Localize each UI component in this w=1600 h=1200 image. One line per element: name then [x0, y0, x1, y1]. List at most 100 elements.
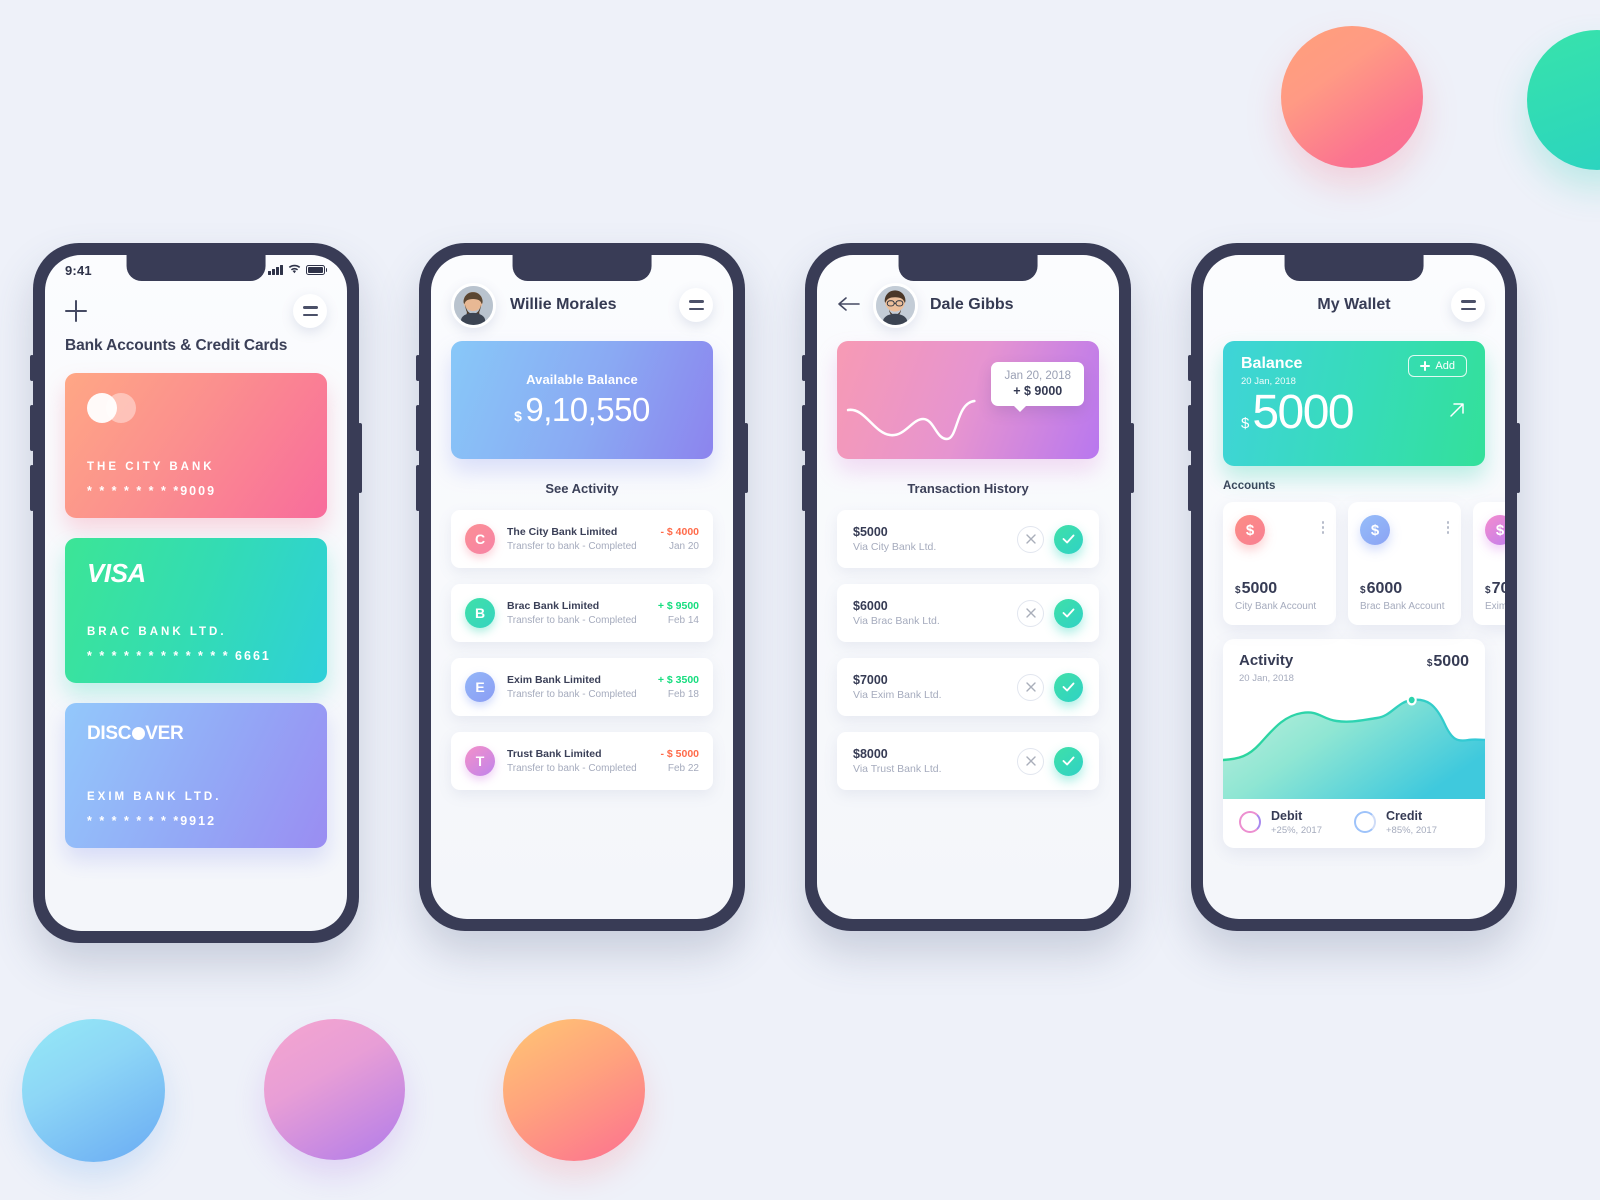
accounts-carousel[interactable]: $ $ 5000 City Bank Account $ $ 6000 Brac…: [1223, 502, 1505, 625]
legend-item-debit: Debit +25%, 2017: [1239, 809, 1354, 836]
phone-power-button: [358, 423, 362, 493]
history-amount: $5000: [853, 525, 888, 539]
account-value: 5000: [1241, 580, 1278, 597]
transaction-date: Feb 14: [667, 615, 699, 626]
phone-volume-up-button: [802, 405, 806, 451]
card-bank-name: BRAC BANK LTD.: [87, 626, 227, 638]
currency-symbol: $: [1360, 585, 1366, 596]
more-options-icon[interactable]: [1321, 515, 1324, 534]
transaction-row[interactable]: B Brac Bank Limited Transfer to bank - C…: [451, 584, 713, 642]
history-list: $5000 Via City Bank Ltd. $6000 Via Brac …: [837, 510, 1099, 790]
transaction-row[interactable]: T Trust Bank Limited Transfer to bank - …: [451, 732, 713, 790]
account-amount: $ 5000: [1235, 580, 1324, 598]
bank-card[interactable]: VISA BRAC BANK LTD. * * * * * * * * * * …: [65, 538, 327, 683]
more-options-icon[interactable]: [1446, 515, 1449, 534]
page-title: Bank Accounts & Credit Cards: [65, 337, 288, 354]
green-circle: [1527, 30, 1600, 170]
signal-icon: [268, 265, 283, 275]
bank-initial-badge: B: [465, 598, 495, 628]
approve-icon[interactable]: [1054, 524, 1083, 554]
account-name: Exim: [1485, 601, 1505, 612]
account-value: 6000: [1366, 580, 1403, 597]
transaction-amount: + $ 3500: [657, 674, 699, 686]
tooltip-amount: + $ 9000: [1013, 384, 1063, 398]
battery-icon: [305, 265, 327, 275]
history-row[interactable]: $7000 Via Exim Bank Ltd.: [837, 658, 1099, 716]
phone-mockup-activity: Willie Morales Available Balance $ 9,10,…: [416, 243, 748, 931]
transaction-title: Exim Bank Limited: [507, 674, 601, 686]
avatar[interactable]: [873, 282, 918, 328]
account-card[interactable]: $ $ 70 Exim: [1473, 502, 1505, 625]
history-amount: $8000: [853, 747, 888, 761]
history-row[interactable]: $8000 Via Trust Bank Ltd.: [837, 732, 1099, 790]
phone-volume-down-button: [802, 465, 806, 511]
chart-legend: Debit +25%, 2017 Credit +85%, 2017: [1223, 799, 1485, 848]
decline-icon[interactable]: [1017, 747, 1044, 775]
top-bar: [65, 285, 327, 337]
wallet-screen: My Wallet Balance 20 Jan, 2018 Add $ 500…: [1203, 279, 1505, 919]
transaction-history-label: Transaction History: [907, 481, 1029, 496]
menu-button[interactable]: [293, 294, 327, 328]
history-row[interactable]: $6000 Via Brac Bank Ltd.: [837, 584, 1099, 642]
menu-button[interactable]: [679, 288, 713, 322]
approve-icon[interactable]: [1054, 598, 1083, 628]
legend-label: Debit: [1271, 808, 1303, 823]
phone-notch: [1284, 255, 1424, 281]
account-value: 70: [1491, 580, 1505, 597]
blue-circle: [22, 1019, 165, 1162]
orange-pink-circle: [1281, 26, 1423, 168]
trend-up-arrow-icon: [1447, 400, 1467, 425]
bank-initial-badge: E: [465, 672, 495, 702]
currency-symbol: $: [1241, 414, 1250, 432]
phone-volume-up-button: [416, 405, 420, 451]
account-card[interactable]: $ $ 5000 City Bank Account: [1223, 502, 1336, 625]
add-icon[interactable]: [65, 300, 87, 322]
transaction-chart-card[interactable]: Jan 20, 2018 + $ 9000: [837, 341, 1099, 459]
user-name: Dale Gibbs: [930, 296, 1014, 313]
decline-icon[interactable]: [1017, 525, 1044, 553]
dollar-icon: $: [1360, 515, 1390, 545]
approve-icon[interactable]: [1054, 672, 1083, 702]
history-row[interactable]: $5000 Via City Bank Ltd.: [837, 510, 1099, 568]
bank-card[interactable]: THE CITY BANK * * * * * * * *9009: [65, 373, 327, 518]
dollar-icon: $: [1235, 515, 1265, 545]
currency-symbol: $: [1235, 585, 1241, 596]
account-name: City Bank Account: [1235, 601, 1317, 612]
transaction-title: Brac Bank Limited: [507, 600, 600, 612]
phone-screen: Dale Gibbs Jan 20, 2018 + $ 9000 Transac…: [817, 255, 1119, 919]
phone-volume-up-button: [1188, 405, 1192, 451]
avatar[interactable]: [451, 282, 496, 328]
menu-button[interactable]: [1451, 288, 1485, 322]
accounts-screen: Bank Accounts & Credit Cards THE CITY BA…: [45, 285, 347, 931]
card-number: * * * * * * * *9009: [87, 484, 217, 498]
peach-circle: [503, 1019, 645, 1161]
top-bar: My Wallet: [1223, 279, 1485, 331]
currency-symbol: $: [1426, 658, 1433, 669]
wallet-balance-card[interactable]: Balance 20 Jan, 2018 Add $ 5000: [1223, 341, 1485, 466]
bank-card[interactable]: DISC VER EXIM BANK LTD. * * * * * * * *99…: [65, 703, 327, 848]
phone-volume-down-button: [416, 465, 420, 511]
mastercard-icon: [87, 393, 145, 423]
transaction-title: The City Bank Limited: [507, 526, 618, 538]
decline-icon[interactable]: [1017, 599, 1044, 627]
history-via: Via Trust Bank Ltd.: [853, 763, 942, 775]
phone-side-button: [1188, 355, 1192, 381]
approve-icon[interactable]: [1054, 746, 1083, 776]
history-via: Via City Bank Ltd.: [853, 541, 937, 553]
balance-value: 9,10,550: [525, 390, 650, 428]
decline-icon[interactable]: [1017, 673, 1044, 701]
transaction-subtitle: Transfer to bank - Completed: [507, 689, 637, 700]
history-via: Via Brac Bank Ltd.: [853, 615, 940, 627]
balance-label: Balance: [1241, 355, 1303, 372]
credit-ring-icon: [1354, 811, 1376, 833]
card-number: * * * * * * * * * * * * 6661: [87, 649, 271, 663]
legend-sublabel: +25%, 2017: [1271, 824, 1322, 836]
account-card[interactable]: $ $ 6000 Brac Bank Account: [1348, 502, 1461, 625]
transaction-row[interactable]: E Exim Bank Limited Transfer to bank - C…: [451, 658, 713, 716]
available-balance-card[interactable]: Available Balance $ 9,10,550: [451, 341, 713, 459]
phone-side-button: [416, 355, 420, 381]
back-arrow-icon[interactable]: [837, 296, 861, 314]
add-funds-button[interactable]: Add: [1408, 355, 1467, 377]
transaction-row[interactable]: C The City Bank Limited Transfer to bank…: [451, 510, 713, 568]
phone-mockup-history: Dale Gibbs Jan 20, 2018 + $ 9000 Transac…: [802, 243, 1134, 931]
